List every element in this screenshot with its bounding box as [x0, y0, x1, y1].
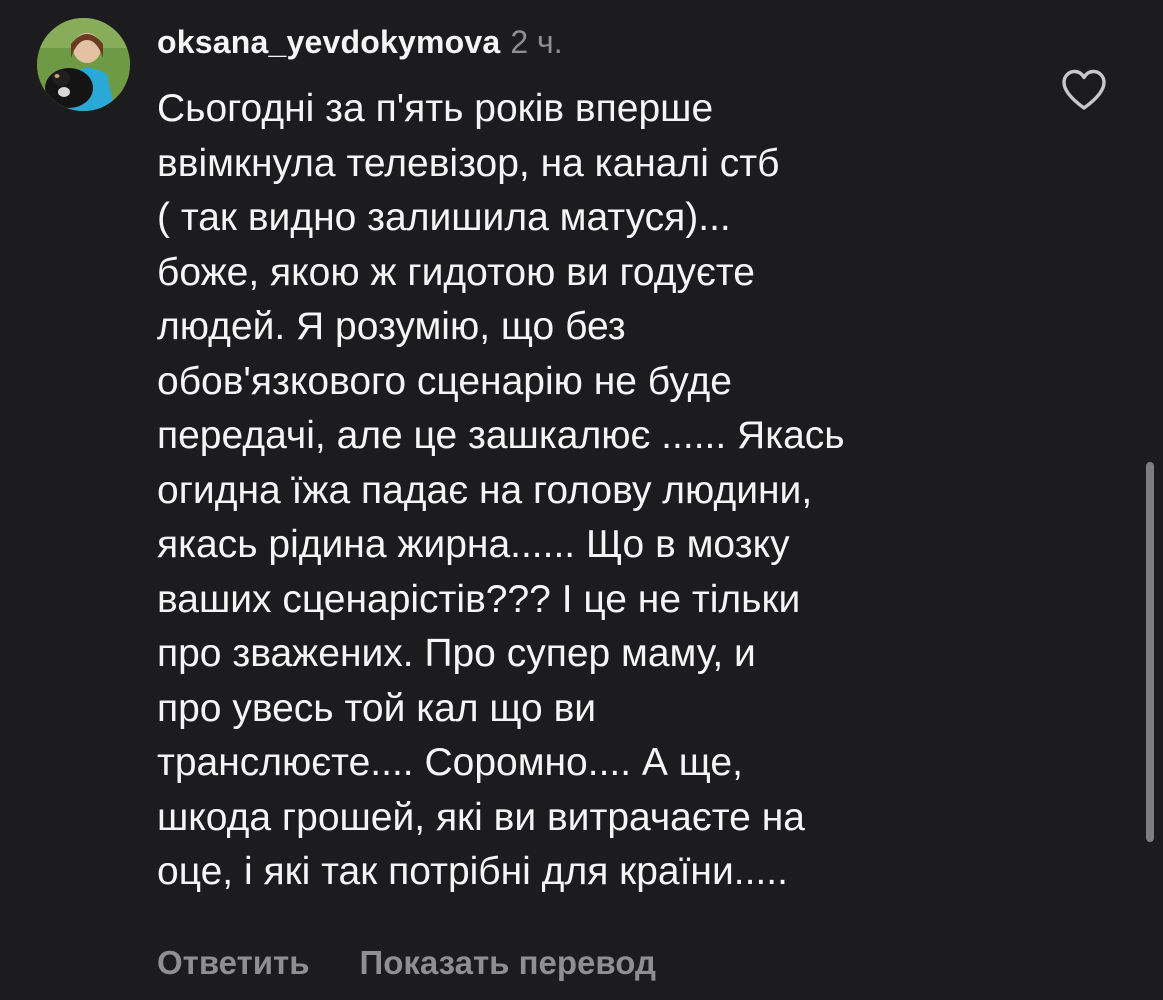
- comment-header: oksana_yevdokymova 2 ч.: [157, 24, 563, 68]
- show-translation-button[interactable]: Показать перевод: [360, 944, 656, 982]
- comment-line: огидна їжа падає на голову людини,: [157, 468, 813, 512]
- comment-line: шкода грошей, які ви витрачаєте на: [157, 795, 805, 839]
- avatar-photo: [37, 18, 130, 111]
- comment-line: оце, і які так потрібні для країни.....: [157, 850, 788, 893]
- comment-line: транслюєте.... Соромно.... А ще,: [157, 741, 743, 784]
- like-button[interactable]: [1060, 68, 1108, 112]
- comment-body: Сьогодні за п'ять років вперше ввімкнула…: [157, 82, 1037, 900]
- reply-button[interactable]: Ответить: [157, 944, 310, 982]
- comment-line: про зважених. Про супер маму, и: [157, 632, 756, 675]
- comment-line: ввімкнула телевізор, на каналі стб: [157, 141, 780, 185]
- comment-line: про увесь той кал що ви: [157, 686, 597, 730]
- comment-timestamp: 2 ч.: [510, 24, 563, 60]
- comment-line: обов'язкового сценарію не буде: [157, 359, 732, 403]
- comment-item: oksana_yevdokymova 2 ч. Сьогодні за п'ят…: [0, 0, 1163, 1000]
- scrollbar-thumb[interactable]: [1146, 462, 1154, 842]
- heart-outline-icon: [1062, 69, 1106, 110]
- avatar[interactable]: [37, 18, 130, 111]
- comment-line: ( так видно залишила матуся)...: [157, 196, 731, 239]
- comment-line: Сьогодні за п'ять років вперше: [157, 87, 714, 130]
- comment-line: ваших сценарістів??? І це не тільки: [157, 577, 801, 621]
- comment-line: передачі, але це зашкалює ...... Якась: [157, 414, 845, 457]
- username-link[interactable]: oksana_yevdokymova: [157, 24, 500, 61]
- comment-line: людей. Я розумію, що без: [157, 305, 626, 348]
- comment-actions: Ответить Показать перевод: [157, 944, 656, 982]
- comment-line: якась рідина жирна...... Що в мозку: [157, 523, 790, 566]
- comment-line: боже, якою ж гидотою ви годуєте: [157, 250, 755, 294]
